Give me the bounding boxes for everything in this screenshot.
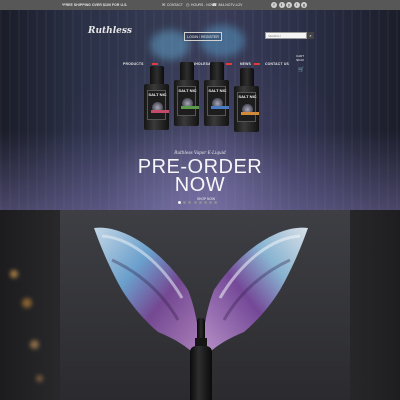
search-input[interactable]: SEARCH <box>265 32 307 39</box>
bottle-label: SALT NIC <box>238 94 257 99</box>
social-links: f t y i g <box>271 2 307 8</box>
bottle-label: SALT NIC <box>178 88 197 93</box>
hours-link[interactable]: ◷ HOURS - NOW <box>186 2 215 8</box>
bottle: SALT NIC <box>234 68 259 132</box>
slider-dot[interactable] <box>178 201 181 204</box>
twitter-icon[interactable]: t <box>278 2 285 8</box>
envelope-icon: ✉ <box>162 2 166 7</box>
free-shipping-promo: *FREE SHIPPING OVER $100 FOR U.S. <box>62 3 128 7</box>
hero-headline: PRE-ORDER NOW <box>0 157 400 196</box>
login-register-button[interactable]: LOGIN / REGISTER <box>184 32 222 41</box>
slider-dots <box>178 201 218 204</box>
slider-dot[interactable] <box>183 201 187 204</box>
facebook-icon[interactable]: f <box>271 2 277 8</box>
bottle-label: SALT NIC <box>208 88 227 93</box>
youtube-icon[interactable]: y <box>286 2 292 8</box>
phone-link[interactable]: ☎ 844-NOTV-LOV <box>212 2 243 8</box>
clock-icon: ◷ <box>186 2 190 7</box>
bottle-label: SALT NIC <box>148 92 167 97</box>
headline-line-2: NOW <box>174 174 226 196</box>
dropper-bottle-image <box>190 318 212 400</box>
slider-dot[interactable] <box>214 201 218 204</box>
search-icon: ⌕ <box>309 33 312 38</box>
bottle: SALT NIC <box>204 62 229 126</box>
cart-summary[interactable]: CART $0.00 <box>296 54 304 62</box>
google-plus-icon[interactable]: g <box>301 2 307 8</box>
slider-dot[interactable] <box>188 201 192 204</box>
hours-label: HOURS - NOW <box>191 3 215 7</box>
instagram-icon[interactable]: i <box>293 2 300 8</box>
product-bottles-image: SALT NIC SALT NIC SALT NIC SALT NIC <box>138 62 268 152</box>
bottle: SALT NIC <box>144 66 169 130</box>
slider-dot[interactable] <box>198 201 202 204</box>
contact-link[interactable]: ✉ CONTACT <box>162 2 183 8</box>
hero-slider: Ruthless LOGIN / REGISTER SEARCH ⌕ CART … <box>0 10 400 210</box>
slider-dot[interactable] <box>209 201 213 204</box>
top-bar: *FREE SHIPPING OVER $100 FOR U.S. ✉ CONT… <box>0 0 400 10</box>
left-wing-mural <box>94 227 200 360</box>
hero-tagline: Ruthless Vapor E-Liquid <box>174 150 226 155</box>
phone-label: 844-NOTV-LOV <box>218 3 243 7</box>
slider-dot[interactable] <box>193 201 197 204</box>
slider-dot[interactable] <box>203 201 207 204</box>
contact-link-label: CONTACT <box>166 3 183 7</box>
bottle: SALT NIC <box>174 62 199 126</box>
right-wing-mural <box>202 227 308 360</box>
phone-icon: ☎ <box>212 2 217 7</box>
search-button[interactable]: ⌕ <box>307 32 314 39</box>
nav-item-contact[interactable]: CONTACT US <box>265 62 289 66</box>
ruthless-logo[interactable]: Ruthless <box>88 26 132 46</box>
